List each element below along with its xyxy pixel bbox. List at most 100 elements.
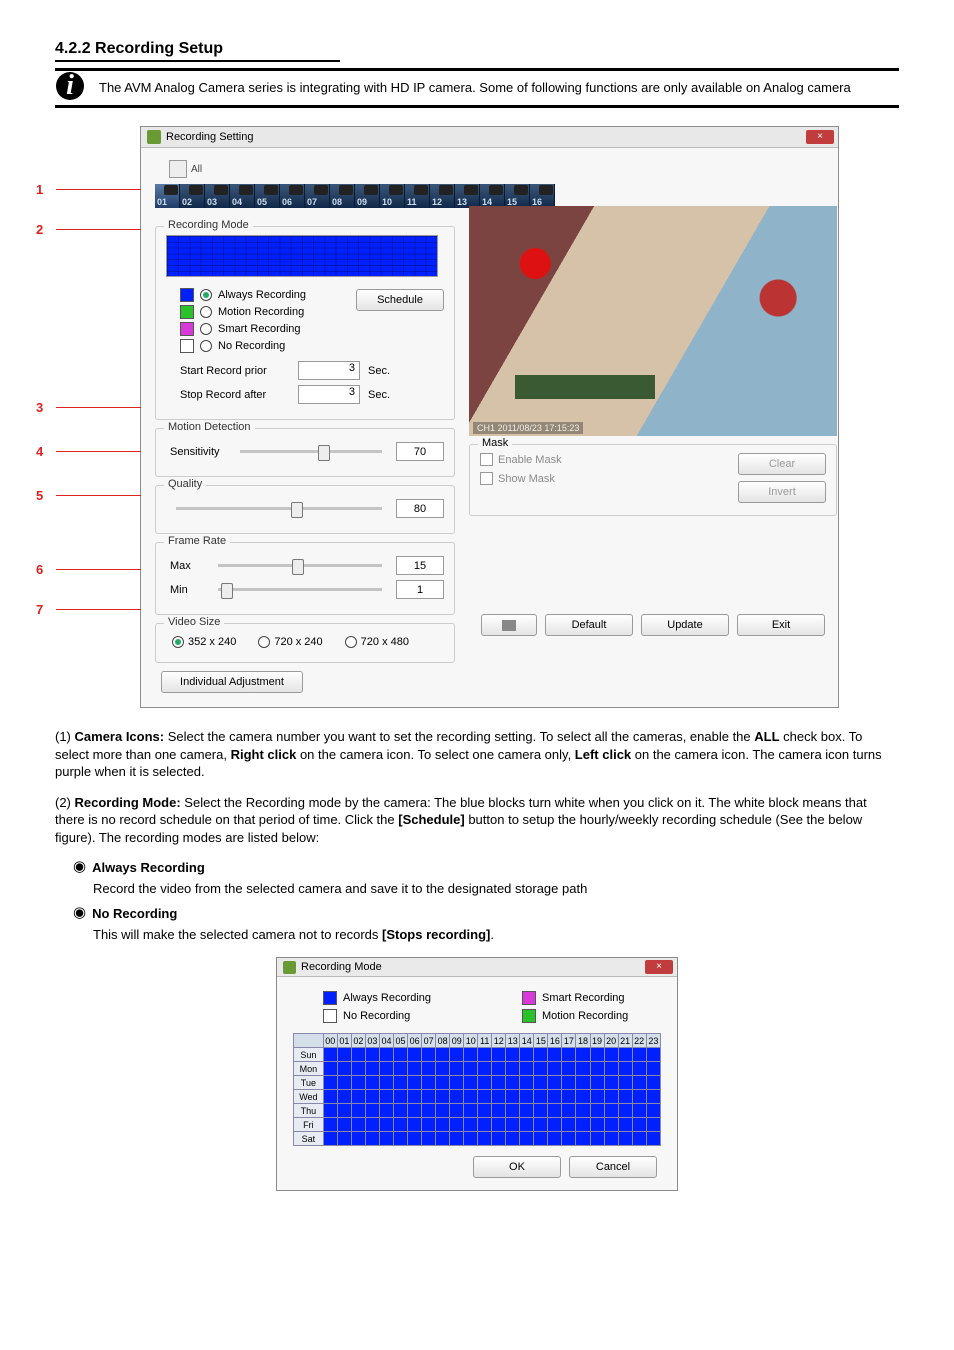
camera-03[interactable]: 03: [205, 184, 230, 208]
individual-adjustment-button[interactable]: Individual Adjustment: [161, 671, 303, 693]
vsize-352-radio[interactable]: [172, 636, 184, 648]
recording-mode-dialog: Recording Mode × Always Recording Smart …: [276, 957, 678, 1191]
callout-7: 7: [36, 602, 43, 617]
callout-6: 6: [36, 562, 43, 577]
sensitivity-value: 70: [396, 442, 444, 461]
info-icon: i: [56, 72, 84, 100]
frame-max-slider[interactable]: [218, 564, 382, 567]
select-all-toggle[interactable]: [169, 160, 187, 178]
callout-1: 1: [36, 182, 43, 197]
bullet-norec: ◉ No Recording: [73, 905, 899, 923]
exit-button[interactable]: Exit: [737, 614, 825, 636]
stop-after-label: Stop Record after: [180, 389, 290, 401]
mode-motion-radio[interactable]: [200, 306, 212, 318]
window-title: Recording Setting: [166, 131, 253, 143]
all-label: All: [191, 164, 202, 175]
update-button[interactable]: Update: [641, 614, 729, 636]
sec-unit: Sec.: [368, 365, 390, 377]
weekly-schedule-grid[interactable]: 0001020304050607080910111213141516171819…: [293, 1033, 661, 1146]
camera-16[interactable]: 16: [530, 184, 555, 208]
mode-always-label: Always Recording: [218, 289, 306, 301]
mode-none-radio[interactable]: [200, 340, 212, 352]
para-1: (1) Camera Icons: Select the camera numb…: [55, 728, 899, 781]
camera-12[interactable]: 12: [430, 184, 455, 208]
para-2: (2) Recording Mode: Select the Recording…: [55, 794, 899, 847]
frame-min-value: 1: [396, 580, 444, 599]
mask-invert-button[interactable]: Invert: [738, 481, 826, 503]
quality-value: 80: [396, 499, 444, 518]
show-mask-label: Show Mask: [498, 473, 555, 485]
section-heading: 4.2.2 Recording Setup: [55, 40, 340, 62]
vsize-720x240-label: 720 x 240: [274, 636, 322, 648]
bullet-always: ◉ Always Recording: [73, 859, 899, 877]
camera-14[interactable]: 14: [480, 184, 505, 208]
vsize-720x480-radio[interactable]: [345, 636, 357, 648]
camera-06[interactable]: 06: [280, 184, 305, 208]
sec-unit: Sec.: [368, 389, 390, 401]
camera-09[interactable]: 09: [355, 184, 380, 208]
start-prior-label: Start Record prior: [180, 365, 290, 377]
quality-slider[interactable]: [176, 507, 382, 510]
camera-11[interactable]: 11: [405, 184, 430, 208]
mode-none-label: No Recording: [218, 340, 285, 352]
sensitivity-label: Sensitivity: [170, 446, 226, 458]
callout-4: 4: [36, 444, 43, 459]
default-button[interactable]: Default: [545, 614, 633, 636]
camera-08[interactable]: 08: [330, 184, 355, 208]
app-icon: [283, 961, 296, 974]
vsize-720x240-radio[interactable]: [258, 636, 270, 648]
dialog-close-icon[interactable]: ×: [645, 960, 673, 974]
app-icon: [147, 130, 161, 144]
legend-motion: Motion Recording: [542, 1010, 628, 1022]
framerate-legend: Frame Rate: [164, 535, 230, 547]
schedule-button[interactable]: Schedule: [356, 289, 444, 311]
camera-07[interactable]: 07: [305, 184, 330, 208]
sensitivity-slider[interactable]: [240, 450, 382, 453]
window-close-icon[interactable]: ×: [806, 130, 834, 144]
schedule-preview-grid[interactable]: [166, 235, 438, 277]
camera-15[interactable]: 15: [505, 184, 530, 208]
camera-04[interactable]: 04: [230, 184, 255, 208]
dialog-cancel-button[interactable]: Cancel: [569, 1156, 657, 1178]
note-text: The AVM Analog Camera series is integrat…: [98, 71, 890, 101]
enable-mask-checkbox[interactable]: [480, 453, 493, 466]
mask-legend: Mask: [478, 437, 512, 449]
show-mask-checkbox[interactable]: [480, 472, 493, 485]
recording-setting-window: 1 2 3 4 5 6 7 Recording Setting × All 01…: [140, 126, 839, 708]
recording-mode-legend: Recording Mode: [164, 219, 253, 231]
mode-smart-radio[interactable]: [200, 323, 212, 335]
start-prior-input[interactable]: 3: [298, 361, 360, 380]
vsize-legend: Video Size: [164, 616, 224, 628]
camera-preview: CH1 2011/08/23 17:15:23: [469, 206, 837, 436]
camera-strip: 01 02 03 04 05 06 07 08 09 10 11 12 13 1…: [155, 184, 559, 208]
camera-05[interactable]: 05: [255, 184, 280, 208]
camera-10[interactable]: 10: [380, 184, 405, 208]
mode-smart-label: Smart Recording: [218, 323, 301, 335]
camera-01[interactable]: 01: [155, 184, 180, 208]
vsize-352-label: 352 x 240: [188, 636, 236, 648]
quality-legend: Quality: [164, 478, 206, 490]
camera-02[interactable]: 02: [180, 184, 205, 208]
frame-min-label: Min: [170, 584, 204, 596]
mode-motion-label: Motion Recording: [218, 306, 304, 318]
enable-mask-label: Enable Mask: [498, 454, 562, 466]
camera-13[interactable]: 13: [455, 184, 480, 208]
dialog-title: Recording Mode: [301, 961, 382, 973]
printer-icon: [502, 620, 516, 631]
frame-max-value: 15: [396, 556, 444, 575]
preview-overlay-text: CH1 2011/08/23 17:15:23: [473, 422, 583, 434]
stop-after-input[interactable]: 3: [298, 385, 360, 404]
legend-smart: Smart Recording: [542, 992, 625, 1004]
motion-legend: Motion Detection: [164, 421, 255, 433]
dialog-ok-button[interactable]: OK: [473, 1156, 561, 1178]
vsize-720x480-label: 720 x 480: [361, 636, 409, 648]
frame-max-label: Max: [170, 560, 204, 572]
bullet-always-text: Record the video from the selected camer…: [93, 880, 899, 898]
callout-5: 5: [36, 488, 43, 503]
divider: [55, 105, 899, 108]
print-button[interactable]: [481, 614, 537, 636]
mode-always-radio[interactable]: [200, 289, 212, 301]
mask-clear-button[interactable]: Clear: [738, 453, 826, 475]
legend-none: No Recording: [343, 1010, 410, 1022]
frame-min-slider[interactable]: [218, 588, 382, 591]
